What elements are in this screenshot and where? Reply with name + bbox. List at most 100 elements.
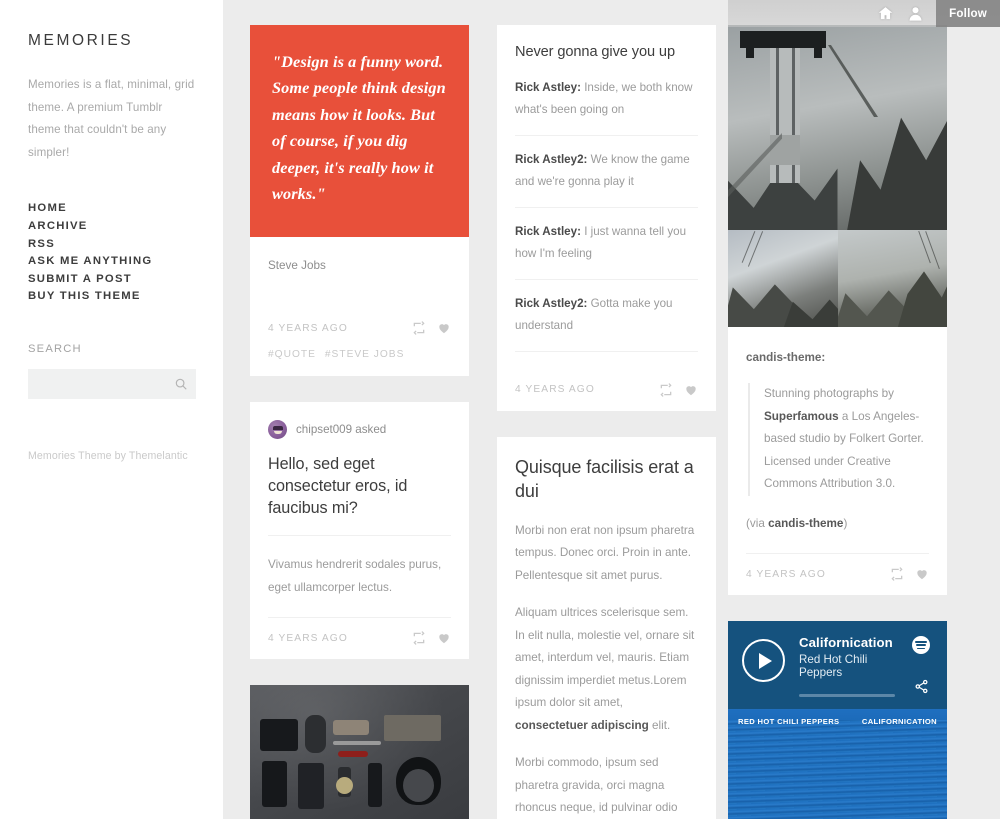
quote-text: Stunning photographs by	[764, 387, 894, 401]
post-text[interactable]: Quisque facilisis erat a dui Morbi non e…	[497, 436, 716, 819]
album-title-text: CALIFORNICATION	[861, 717, 937, 727]
sidebar: MEMORIES Memories is a flat, minimal, gr…	[0, 0, 223, 819]
photoset-image-3[interactable]	[837, 230, 947, 327]
post-meta: 4 YEARS AGO	[268, 308, 451, 349]
ask-answer: Vivamus hendrerit sodales purus, eget ul…	[268, 558, 442, 594]
photoset-image-1[interactable]	[728, 25, 947, 230]
post-date: 4 YEARS AGO	[515, 384, 595, 396]
photo-flatlay-image[interactable]	[250, 685, 469, 819]
photoset-image-2[interactable]	[728, 230, 838, 327]
search-icon[interactable]	[174, 377, 188, 391]
blog-title: MEMORIES	[28, 32, 134, 49]
post-photoset[interactable]: candis-theme: Stunning photographs by Su…	[728, 25, 947, 596]
photoset-quote: Stunning photographs by Superfamous a Lo…	[748, 383, 929, 496]
search-label: SEARCH	[28, 342, 82, 355]
album-artist-text: RED HOT CHILI PEPPERS	[738, 717, 840, 727]
post-quote[interactable]: "Design is a funny word. Some people thi…	[250, 25, 469, 377]
chat-speaker: Rick Astley2:	[515, 152, 588, 166]
post-ask[interactable]: chipset009 asked Hello, sed eget consect…	[250, 402, 469, 660]
sidebar-item-archive[interactable]: ARCHIVE	[28, 218, 195, 236]
theme-credit: Memories Theme by Themelantic	[28, 449, 188, 462]
audio-progress-bar[interactable]	[799, 694, 895, 698]
search-box[interactable]	[28, 368, 196, 399]
grid-column-3: candis-theme: Stunning photographs by Su…	[728, 0, 947, 819]
post-photo[interactable]: An awesome photo by Vadim Sherbakov. You…	[250, 685, 469, 819]
heart-icon[interactable]	[437, 631, 451, 645]
post-chat[interactable]: Never gonna give you up Rick Astley: Ins…	[497, 25, 716, 411]
chat-speaker: Rick Astley2:	[515, 296, 588, 310]
tag-item[interactable]: #QUOTE	[268, 349, 316, 360]
post-date: 4 YEARS AGO	[268, 632, 348, 644]
chat-line: Rick Astley: Inside, we both know what's…	[515, 63, 698, 136]
paragraph-text: elit.	[648, 718, 671, 732]
quote-source: Steve Jobs	[268, 259, 326, 273]
sidebar-nav: HOME ARCHIVE RSS ASK ME ANYTHING SUBMIT …	[28, 200, 195, 306]
post-tags: #QUOTE #STEVE JOBS	[268, 349, 451, 376]
post-meta: 4 YEARS AGO	[268, 617, 451, 659]
heart-icon[interactable]	[915, 567, 929, 581]
post-audio[interactable]: Californication Red Hot Chili Peppers RE…	[728, 621, 947, 819]
grid-column-2: Never gonna give you up Rick Astley: Ins…	[497, 25, 716, 819]
asker-row: chipset009 asked	[268, 420, 451, 440]
heart-icon[interactable]	[684, 383, 698, 397]
post-date: 4 YEARS AGO	[268, 322, 348, 334]
reblog-source[interactable]: candis-theme:	[746, 347, 929, 369]
post-actions	[412, 321, 451, 336]
chat-line: Rick Astley: I just wanna tell you how I…	[515, 208, 698, 280]
reblog-icon[interactable]	[412, 321, 426, 336]
page-root: MEMORIES Memories is a flat, minimal, gr…	[0, 0, 1000, 819]
sidebar-item-ask-me-anything[interactable]: ASK ME ANYTHING	[28, 253, 195, 271]
audio-track-title: Californication	[799, 635, 893, 651]
blog-description: Memories is a flat, minimal, grid theme.…	[28, 78, 195, 159]
post-meta: 4 YEARS AGO	[515, 370, 698, 411]
reblog-icon[interactable]	[890, 567, 904, 582]
chat-line: Rick Astley2: We know the game and we're…	[515, 136, 698, 208]
sidebar-item-buy-this-theme[interactable]: BUY THIS THEME	[28, 288, 195, 306]
paragraph-text: Aliquam ultrices scelerisque sem. In eli…	[515, 606, 695, 710]
chat-line: Rick Astley2: Gotta make you understand	[515, 280, 698, 352]
asker-avatar-icon	[268, 420, 287, 440]
via-line: (via candis-theme)	[746, 513, 929, 535]
post-grid: "Design is a funny word. Some people thi…	[223, 0, 1000, 819]
follow-button[interactable]: Follow	[936, 0, 1000, 27]
bold-phrase: consectetuer adipiscing	[515, 718, 649, 732]
ask-question: Hello, sed eget consectetur eros, id fau…	[268, 455, 408, 518]
sidebar-item-submit-a-post[interactable]: SUBMIT A POST	[28, 271, 195, 289]
via-link[interactable]: candis-theme	[768, 517, 843, 530]
grid-column-1: "Design is a funny word. Some people thi…	[250, 25, 469, 819]
post-date: 4 YEARS AGO	[746, 568, 826, 580]
paragraph: Morbi commodo, ipsum sed pharetra gravid…	[515, 756, 678, 815]
asker-name[interactable]: chipset009 asked	[296, 423, 386, 436]
spotify-player[interactable]: Californication Red Hot Chili Peppers	[728, 621, 947, 710]
quote-bold: Superfamous	[764, 409, 839, 423]
user-avatar-icon[interactable]	[900, 0, 930, 27]
post-actions	[890, 567, 929, 582]
sidebar-item-home[interactable]: HOME	[28, 200, 195, 218]
tumblr-controls: Follow	[870, 0, 1000, 27]
search-input[interactable]	[28, 368, 196, 399]
album-artwork[interactable]: RED HOT CHILI PEPPERS CALIFORNICATION	[728, 709, 947, 819]
chat-speaker: Rick Astley:	[515, 80, 581, 94]
via-prefix: (via	[746, 516, 769, 530]
text-post-body: Morbi non erat non ipsum pharetra tempus…	[515, 520, 698, 819]
post-actions	[412, 631, 451, 646]
reblog-icon[interactable]	[412, 631, 426, 646]
home-icon[interactable]	[870, 0, 900, 27]
quote-text: "Design is a funny word. Some people thi…	[250, 25, 469, 238]
paragraph: Morbi non erat non ipsum pharetra tempus…	[515, 523, 695, 582]
via-suffix: )	[843, 516, 848, 530]
audio-artist: Red Hot Chili Peppers	[799, 653, 868, 680]
photoset-row-2	[728, 230, 947, 327]
post-meta: 4 YEARS AGO	[746, 553, 929, 595]
chat-title: Never gonna give you up	[515, 44, 675, 60]
reblog-icon[interactable]	[659, 383, 673, 397]
tag-item[interactable]: #STEVE JOBS	[325, 349, 405, 360]
play-icon[interactable]	[742, 639, 785, 683]
paragraph: Aliquam ultrices scelerisque sem. In eli…	[515, 602, 698, 737]
spotify-icon[interactable]	[912, 636, 930, 655]
post-actions	[659, 383, 698, 397]
sidebar-item-rss[interactable]: RSS	[28, 236, 195, 254]
share-icon[interactable]	[914, 679, 929, 694]
heart-icon[interactable]	[437, 321, 451, 335]
text-post-title: Quisque facilisis erat a dui	[515, 456, 694, 502]
